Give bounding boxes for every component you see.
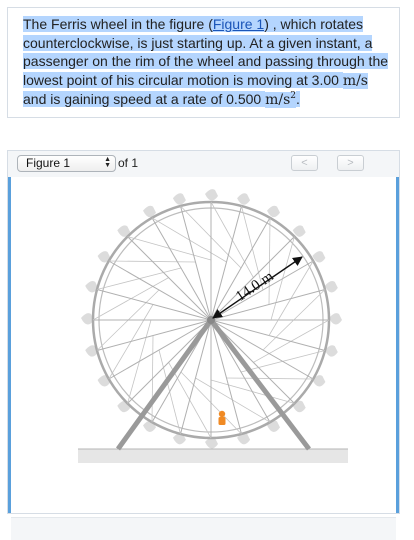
figure-link[interactable]: Figure 1 <box>213 16 264 32</box>
wheel-spoke <box>180 205 212 321</box>
select-arrows-icon: ▲ ▼ <box>104 156 111 169</box>
ferris-wheel-figure: 14.0 m <box>78 189 348 463</box>
gondola <box>324 281 338 293</box>
question-box: The Ferris wheel in the figure (Figure 1… <box>7 7 400 118</box>
wheel-spoke <box>210 217 271 321</box>
wheel-spoke <box>210 289 326 321</box>
question-text-part1: The Ferris wheel in the figure ( <box>23 16 213 32</box>
gondola <box>205 189 218 201</box>
wheel-spoke <box>151 217 212 321</box>
question-text-part3: and is gaining speed at a rate of 0.500 <box>23 91 266 107</box>
unit-acceleration: m/s2 <box>265 91 296 108</box>
figure-select[interactable]: Figure 1 ▲ ▼ <box>17 155 116 172</box>
gondola <box>172 193 186 205</box>
figure-select-value: Figure 1 <box>26 156 71 170</box>
wheel-spoke <box>96 289 212 321</box>
unit-speed: m/s <box>342 72 368 89</box>
gondola <box>267 205 280 218</box>
wheel-spoke <box>210 319 314 380</box>
figure-display: 14.0 m <box>8 177 399 540</box>
wheel-spoke <box>108 260 212 321</box>
previous-figure-button[interactable]: < <box>291 155 318 171</box>
ground <box>78 449 348 463</box>
wheel-spoke <box>108 319 212 380</box>
next-figure-button[interactable]: > <box>337 155 364 171</box>
figure-count-label: of 1 <box>118 156 139 170</box>
figure-toolbar: Figure 1 ▲ ▼ of 1 < > <box>8 151 399 178</box>
figure-panel: Figure 1 ▲ ▼ of 1 < > 14.0 m <box>7 150 400 540</box>
gondola <box>329 313 342 325</box>
passenger <box>218 410 226 425</box>
radius-label: 14.0 m <box>233 268 277 305</box>
figure-footer <box>11 517 396 540</box>
question-text-end: . <box>296 91 300 107</box>
wheel-spoke <box>210 205 242 321</box>
gondola <box>237 193 251 205</box>
question-text: The Ferris wheel in the figure (Figure 1… <box>23 15 391 110</box>
